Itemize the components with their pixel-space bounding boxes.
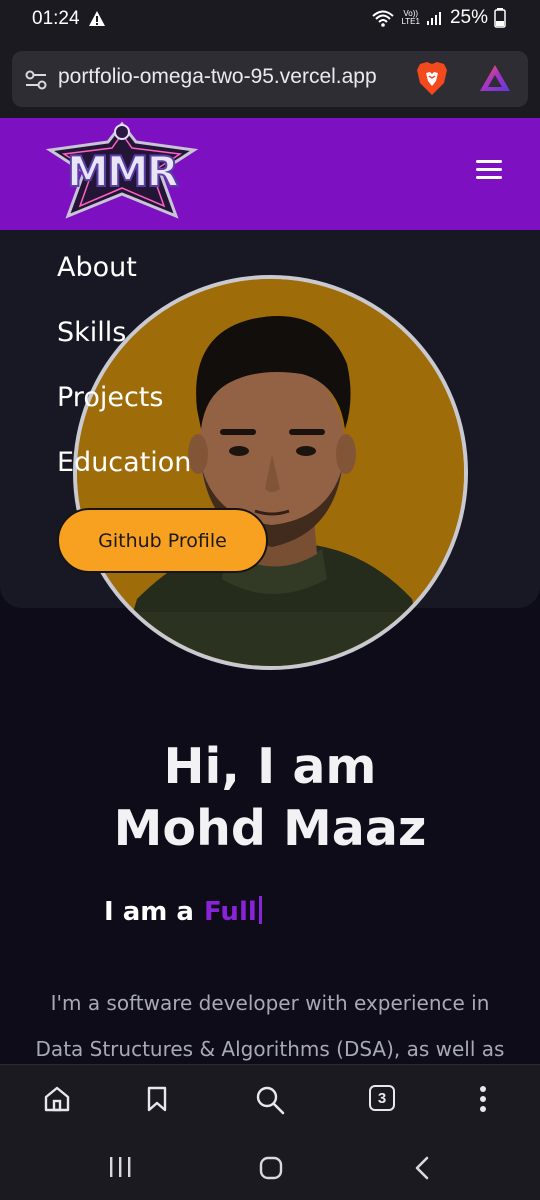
url-text: portfolio-omega-two-95.vercel.app xyxy=(58,65,377,88)
nav-item-education[interactable]: Education xyxy=(57,447,191,478)
hero-greeting: Hi, I am xyxy=(163,738,377,795)
status-indicators: Vo)) LTE1 25% xyxy=(371,7,506,29)
role-typewriter: I am a Full xyxy=(104,896,262,927)
warning-icon xyxy=(89,11,105,26)
back-icon[interactable] xyxy=(414,1156,430,1180)
wifi-icon xyxy=(372,10,395,27)
home-icon[interactable] xyxy=(43,1085,71,1113)
nav-item-projects[interactable]: Projects xyxy=(57,382,163,413)
status-time: 01:24 xyxy=(32,8,80,29)
more-icon[interactable] xyxy=(479,1085,487,1113)
status-bar: 01:24 Vo)) LTE1 25% xyxy=(0,0,540,40)
battery-percent: 25% xyxy=(449,7,488,28)
search-icon[interactable] xyxy=(255,1085,285,1115)
brave-shields-icon[interactable] xyxy=(415,61,449,97)
mmr-logo[interactable]: MMR xyxy=(44,120,200,224)
logo-text: MMR xyxy=(67,147,179,196)
tabs-icon[interactable]: 3 xyxy=(369,1085,395,1111)
browser-toolbar: 3 xyxy=(0,1064,540,1132)
hamburger-menu-icon[interactable] xyxy=(476,160,502,180)
signal-icon xyxy=(426,12,441,25)
recent-apps-icon[interactable] xyxy=(108,1156,132,1178)
bio-text: I'm a software developer with experience… xyxy=(0,980,540,1072)
system-nav-bar xyxy=(0,1132,540,1200)
volte-bottom-label: LTE1 xyxy=(401,17,420,26)
bookmark-icon[interactable] xyxy=(146,1085,168,1113)
home-button-icon[interactable] xyxy=(259,1156,283,1180)
role-word: Full xyxy=(203,897,257,927)
hero-name: Mohd Maaz xyxy=(113,800,427,857)
volte-indicator: Vo)) LTE1 xyxy=(401,10,420,26)
typing-caret xyxy=(258,896,262,924)
role-prefix: I am a xyxy=(104,897,194,927)
hero-title: Hi, I am Mohd Maaz xyxy=(0,736,540,860)
browser-address-bar: portfolio-omega-two-95.vercel.app xyxy=(0,40,540,118)
url-field[interactable]: portfolio-omega-two-95.vercel.app xyxy=(12,51,528,107)
site-settings-icon[interactable] xyxy=(24,69,48,91)
nav-item-about[interactable]: About xyxy=(57,252,137,283)
brave-rewards-icon[interactable] xyxy=(478,63,512,93)
battery-icon xyxy=(494,8,506,28)
github-profile-button[interactable]: Github Profile xyxy=(57,508,268,573)
site-header: MMR xyxy=(0,118,540,230)
nav-item-skills[interactable]: Skills xyxy=(57,317,126,348)
screen: 01:24 Vo)) LTE1 25% portfolio-omega-two-… xyxy=(0,0,540,1200)
bio-line: I'm a software developer with experience… xyxy=(50,991,490,1015)
